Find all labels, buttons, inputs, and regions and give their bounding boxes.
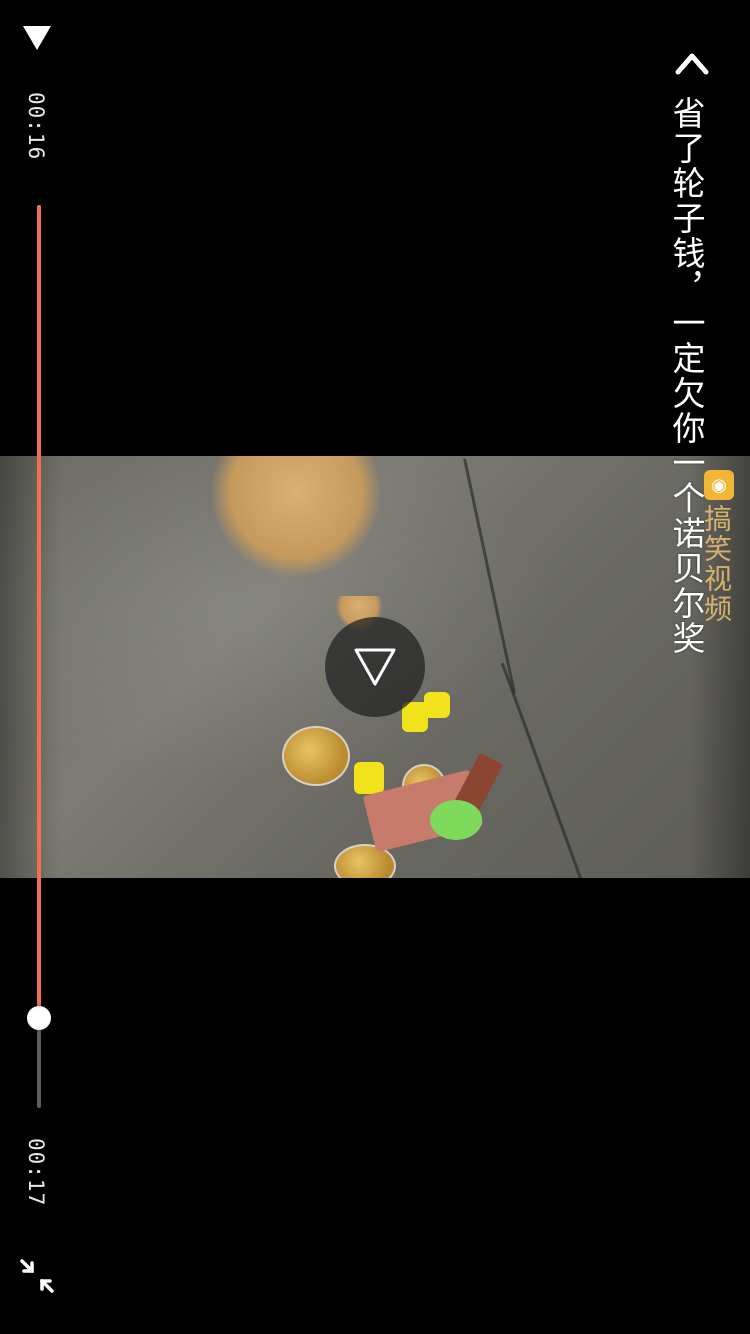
progress-bar[interactable] — [27, 205, 51, 1108]
robot-spool — [424, 692, 450, 718]
center-play-button[interactable] — [325, 617, 425, 717]
watermark-logo-icon: ◉ — [704, 470, 734, 500]
robot-can — [282, 726, 350, 786]
exit-fullscreen-button[interactable] — [18, 1257, 56, 1295]
total-time: 00:17 — [24, 1138, 48, 1207]
progress-thumb[interactable] — [27, 1005, 51, 1030]
top-play-button[interactable] — [22, 24, 52, 52]
play-icon — [23, 26, 51, 50]
bottle-robot — [282, 692, 522, 878]
video-title: 省了轮子钱，一定欠你一个诺贝尔奖 — [667, 96, 706, 656]
progress-fill — [37, 205, 41, 1018]
current-time: 00:16 — [24, 92, 48, 161]
robot-spool — [354, 762, 384, 794]
play-icon — [354, 648, 396, 686]
robot-motor — [430, 800, 482, 840]
chevron-left-icon — [675, 53, 709, 75]
exit-fullscreen-icon — [20, 1259, 54, 1293]
back-button[interactable] — [672, 42, 712, 82]
grain-pile — [212, 456, 380, 576]
